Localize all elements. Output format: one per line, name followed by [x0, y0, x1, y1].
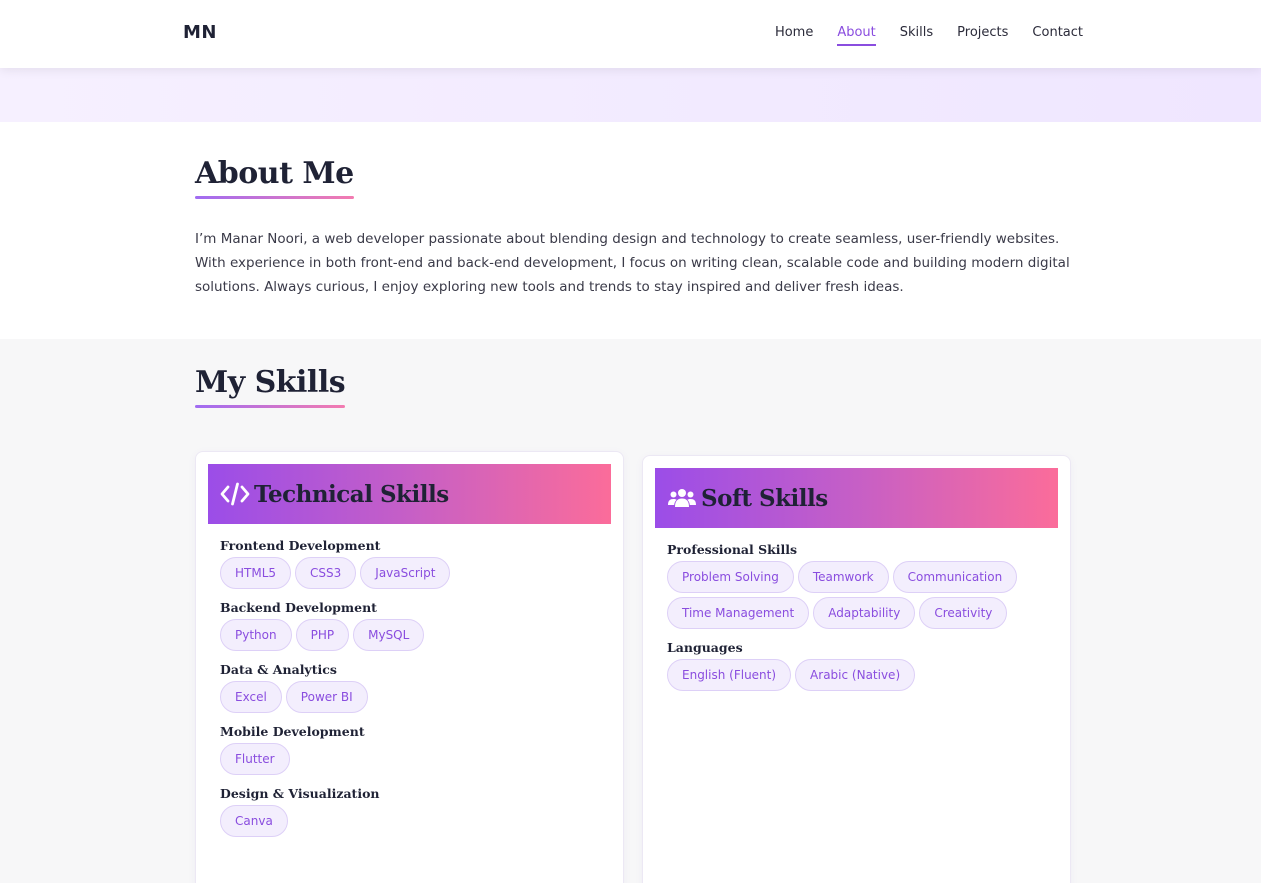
technical-skills-card: Technical Skills Frontend Development HT…	[195, 451, 624, 883]
technical-skills-header: Technical Skills	[208, 464, 611, 524]
skill-tag: Creativity	[919, 597, 1008, 629]
group-label: Languages	[667, 640, 743, 655]
skill-tag: Flutter	[220, 743, 290, 775]
logo[interactable]: MN	[183, 22, 217, 43]
skill-tag: Problem Solving	[667, 561, 794, 593]
technical-skills-title: Technical Skills	[254, 480, 449, 508]
nav-link-projects[interactable]: Projects	[957, 25, 1008, 46]
about-text: I’m Manar Noori, a web developer passion…	[195, 231, 1070, 295]
skill-tag: HTML5	[220, 557, 292, 589]
group-label: Professional Skills	[667, 542, 798, 557]
about-title: About Me	[195, 156, 354, 199]
skill-tag: Teamwork	[797, 561, 889, 593]
skill-group: Mobile Development Flutter	[220, 724, 610, 775]
tag-list: Flutter	[220, 743, 610, 775]
skill-tag: JavaScript	[360, 557, 451, 589]
skill-tag: Python	[220, 619, 292, 651]
skill-tag: MySQL	[353, 619, 425, 651]
skill-tag: Canva	[220, 805, 288, 837]
skill-group: Backend Development Python PHP MySQL	[220, 600, 610, 651]
skill-group: Professional Skills Problem Solving Team…	[667, 542, 1057, 629]
skill-group: Frontend Development HTML5 CSS3 JavaScri…	[220, 538, 610, 589]
hero-strip	[0, 68, 1261, 122]
skill-tag: English (Fluent)	[667, 659, 792, 691]
tag-list: HTML5 CSS3 JavaScript	[220, 557, 610, 589]
skill-tag: Communication	[892, 561, 1018, 593]
group-label: Design & Visualization	[220, 786, 380, 801]
skills-section: My Skills Technical Skills Frontend Deve…	[0, 339, 1261, 883]
nav-link-home[interactable]: Home	[775, 25, 813, 46]
skill-tag: Arabic (Native)	[795, 659, 916, 691]
skill-tag: Time Management	[667, 597, 810, 629]
nav-links: Home About Skills Projects Contact	[751, 25, 1083, 46]
group-label: Backend Development	[220, 600, 377, 615]
nav-link-about[interactable]: About	[837, 25, 876, 46]
soft-skills-card: Soft Skills Professional Skills Problem …	[642, 455, 1071, 883]
group-label: Mobile Development	[220, 724, 365, 739]
skill-tag: Excel	[220, 681, 282, 713]
skill-group: Languages English (Fluent) Arabic (Nativ…	[667, 640, 1057, 691]
skill-tag: CSS3	[295, 557, 357, 589]
skill-group: Data & Analytics Excel Power BI	[220, 662, 610, 713]
tag-list: Canva	[220, 805, 610, 837]
users-icon	[667, 484, 697, 512]
nav-link-skills[interactable]: Skills	[900, 25, 933, 46]
skill-group: Design & Visualization Canva	[220, 786, 610, 837]
tag-list: Problem Solving Teamwork Communication T…	[667, 561, 1057, 629]
about-section: About Me I’m Manar Noori, a web develope…	[0, 122, 1261, 339]
skill-tag: Power BI	[285, 681, 368, 713]
soft-groups: Professional Skills Problem Solving Team…	[667, 542, 1057, 702]
group-label: Data & Analytics	[220, 662, 337, 677]
skill-tag: Adaptability	[813, 597, 916, 629]
group-label: Frontend Development	[220, 538, 381, 553]
tag-list: Python PHP MySQL	[220, 619, 610, 651]
nav-link-contact[interactable]: Contact	[1032, 25, 1083, 46]
technical-groups: Frontend Development HTML5 CSS3 JavaScri…	[220, 538, 610, 848]
skill-tag: PHP	[295, 619, 350, 651]
skills-title: My Skills	[195, 365, 346, 408]
soft-skills-title: Soft Skills	[701, 484, 828, 512]
tag-list: Excel Power BI	[220, 681, 610, 713]
code-icon	[220, 480, 250, 508]
navbar: MN Home About Skills Projects Contact	[0, 0, 1261, 68]
soft-skills-header: Soft Skills	[655, 468, 1058, 528]
tag-list: English (Fluent) Arabic (Native)	[667, 659, 1057, 691]
